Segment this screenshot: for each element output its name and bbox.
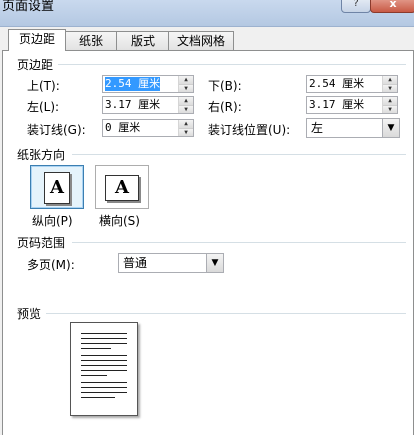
gutter-label: 装订线(G): (27, 123, 86, 137)
preview-text-line (81, 333, 127, 334)
spin-down-icon[interactable]: ▼ (383, 105, 397, 113)
preview-section-label: 预览 (17, 307, 42, 321)
spin-down-icon[interactable]: ▼ (383, 84, 397, 92)
portrait-label: 纵向(P) (32, 214, 73, 228)
gutter-arrows[interactable]: ▲ ▼ (178, 120, 193, 136)
multiple-pages-label: 多页(M): (27, 258, 75, 272)
window-title: 页面设置 (2, 0, 55, 14)
multiple-pages-value: 普通 (123, 256, 148, 270)
preview-text-line (81, 365, 127, 366)
preview-text-line (81, 397, 115, 398)
orientation-divider (72, 154, 406, 155)
pages-section-label: 页码范围 (17, 236, 66, 250)
close-button[interactable]: x (370, 0, 414, 13)
dropdown-arrow-icon[interactable]: ▼ (382, 119, 399, 137)
left-margin-spinner[interactable]: 3.17 厘米 ▲ ▼ (102, 96, 194, 114)
landscape-page-icon: A (105, 175, 139, 201)
gutter-spinner[interactable]: 0 厘米 ▲ ▼ (102, 119, 194, 137)
spin-up-icon[interactable]: ▲ (383, 76, 397, 84)
portrait-button[interactable]: A (30, 165, 84, 209)
preview-text-line (81, 392, 127, 393)
tab-margins[interactable]: 页边距 (8, 29, 66, 51)
right-margin-label: 右(R): (208, 100, 242, 114)
margins-divider (58, 64, 406, 65)
right-margin-arrows[interactable]: ▲ ▼ (382, 97, 397, 113)
preview-text-line (81, 348, 111, 349)
title-bar: 页面设置 ? x (0, 0, 414, 27)
dropdown-arrow-icon[interactable]: ▼ (206, 254, 223, 272)
left-margin-value[interactable]: 3.17 厘米 (105, 98, 160, 112)
right-margin-spinner[interactable]: 3.17 厘米 ▲ ▼ (306, 96, 398, 114)
spin-down-icon[interactable]: ▼ (179, 84, 193, 92)
preview-text-line (81, 370, 127, 371)
left-margin-arrows[interactable]: ▲ ▼ (178, 97, 193, 113)
margins-section-label: 页边距 (17, 58, 54, 72)
pages-divider (72, 242, 406, 243)
right-margin-value[interactable]: 3.17 厘米 (309, 98, 364, 112)
gutter-position-value: 左 (311, 121, 324, 135)
top-margin-arrows[interactable]: ▲ ▼ (178, 76, 193, 92)
top-margin-label: 上(T): (27, 79, 60, 93)
bottom-margin-arrows[interactable]: ▲ ▼ (382, 76, 397, 92)
bottom-margin-value[interactable]: 2.54 厘米 (309, 77, 364, 91)
orientation-section-label: 纸张方向 (17, 148, 66, 162)
spin-up-icon[interactable]: ▲ (179, 120, 193, 128)
tab-paper[interactable]: 纸张 (64, 31, 118, 50)
tab-document-grid[interactable]: 文档网格 (168, 31, 234, 50)
spin-down-icon[interactable]: ▼ (179, 105, 193, 113)
preview-text-line (81, 382, 127, 383)
tab-bar: 页边距 纸张 版式 文档网格 (0, 29, 414, 51)
spin-down-icon[interactable]: ▼ (179, 128, 193, 136)
bottom-margin-label: 下(B): (208, 79, 242, 93)
top-margin-spinner[interactable]: 2.54 厘米 ▲ ▼ (102, 75, 194, 93)
gutter-position-label: 装订线位置(U): (208, 123, 291, 137)
preview-text-line (81, 375, 107, 376)
spin-up-icon[interactable]: ▲ (179, 97, 193, 105)
bottom-margin-spinner[interactable]: 2.54 厘米 ▲ ▼ (306, 75, 398, 93)
gutter-position-select[interactable]: 左 ▼ (306, 118, 400, 138)
preview-text-line (81, 360, 127, 361)
preview-text-line (81, 343, 127, 344)
top-margin-value[interactable]: 2.54 厘米 (105, 77, 161, 91)
left-margin-label: 左(L): (27, 100, 60, 114)
preview-text-line (81, 338, 127, 339)
multiple-pages-select[interactable]: 普通 ▼ (118, 253, 224, 273)
landscape-label: 横向(S) (99, 214, 140, 228)
preview-page-thumbnail (70, 322, 138, 416)
portrait-page-icon: A (44, 172, 70, 204)
preview-text-line (81, 387, 127, 388)
spin-up-icon[interactable]: ▲ (383, 97, 397, 105)
preview-text-line (81, 355, 127, 356)
tab-layout[interactable]: 版式 (116, 31, 170, 50)
spin-up-icon[interactable]: ▲ (179, 76, 193, 84)
preview-divider (46, 313, 406, 314)
gutter-value[interactable]: 0 厘米 (105, 121, 140, 135)
landscape-button[interactable]: A (95, 165, 149, 209)
help-button[interactable]: ? (341, 0, 371, 13)
